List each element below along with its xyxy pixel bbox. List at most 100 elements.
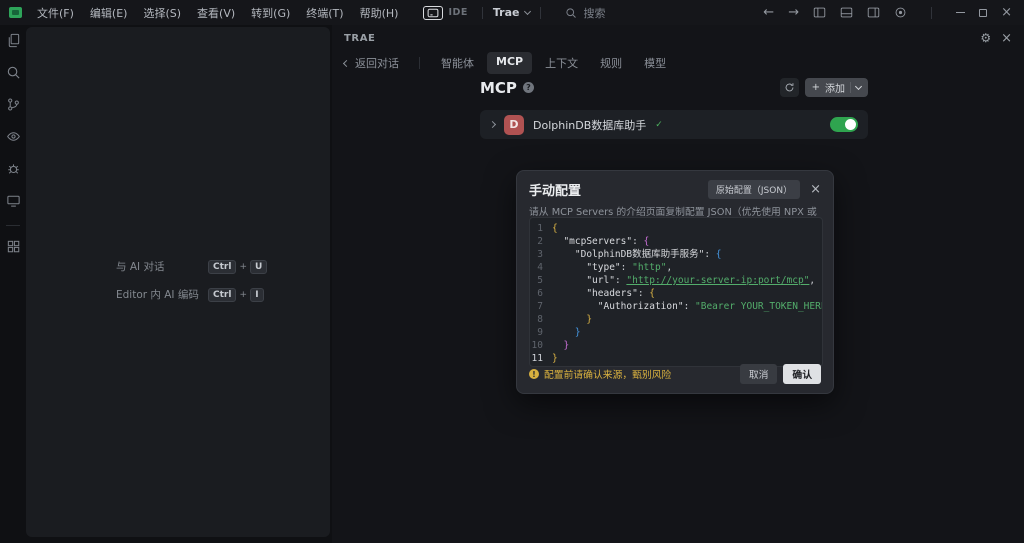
window-maximize-button[interactable] (979, 9, 987, 17)
files-icon[interactable] (6, 33, 21, 52)
panel-close-icon[interactable]: × (1001, 32, 1012, 45)
code-line: 9 } (530, 326, 822, 339)
manual-config-modal: 手动配置 原始配置（JSON） × 请从 MCP Servers 的介绍页面复制… (516, 170, 834, 394)
json-config-editor[interactable]: 1{2 "mcpServers": {3 "DolphinDB数据库助手服务":… (529, 217, 823, 367)
menu-item[interactable]: 帮助(H) (353, 2, 406, 24)
key-cap: I (250, 288, 264, 302)
panel-header: TRAE ⚙ × (332, 25, 1024, 51)
ide-mode-label[interactable]: IDE (448, 7, 467, 18)
code-line: 5 "url": "http://your-server-ip:port/mcp… (530, 274, 822, 287)
code-line: 2 "mcpServers": { (530, 235, 822, 248)
tab-模型[interactable]: 模型 (635, 52, 675, 74)
menu-item[interactable]: 查看(V) (190, 2, 242, 24)
line-number: 8 (530, 313, 552, 326)
line-number: 4 (530, 261, 552, 274)
code-line: 10 } (530, 339, 822, 352)
tab-MCP[interactable]: MCP (487, 52, 532, 74)
layout-sidebar-left-icon[interactable] (813, 6, 826, 19)
plus-icon: + (812, 82, 820, 93)
customize-layout-icon[interactable] (894, 6, 907, 19)
tab-规则[interactable]: 规则 (591, 52, 631, 74)
menu-item[interactable]: 选择(S) (136, 2, 188, 24)
line-number: 6 (530, 287, 552, 300)
code-line: 1{ (530, 222, 822, 235)
tab-上下文[interactable]: 上下文 (536, 52, 587, 74)
trae-logo-icon (9, 7, 22, 18)
menu-item[interactable]: 转到(G) (244, 2, 297, 24)
line-number: 1 (530, 222, 552, 235)
key-cap: U (250, 260, 267, 274)
code-line: 3 "DolphinDB数据库助手服务": { (530, 248, 822, 261)
chevron-down-icon (855, 83, 862, 90)
back-label: 返回对话 (355, 55, 399, 71)
remote-window-icon[interactable] (6, 193, 21, 212)
config-warning: ! 配置前请确认来源，甄别风险 (529, 367, 671, 381)
warning-text: 配置前请确认来源，甄别风险 (544, 367, 671, 381)
window-minimize-button[interactable] (956, 12, 965, 13)
warning-icon: ! (529, 369, 539, 379)
settings-gear-icon[interactable]: ⚙ (980, 31, 991, 45)
modal-title: 手动配置 (529, 180, 581, 199)
activity-bar (0, 25, 26, 543)
editor-area[interactable]: 与 AI 对话Ctrl+UEditor 内 AI 编码Ctrl+I (26, 27, 330, 537)
nav-forward-button[interactable]: → (788, 5, 799, 20)
confirm-button[interactable]: 确认 (783, 364, 821, 384)
menu-item[interactable]: 终端(T) (299, 2, 350, 24)
page-title: MCP (480, 79, 517, 97)
line-number: 9 (530, 326, 552, 339)
editor-shortcut-hints: 与 AI 对话Ctrl+UEditor 内 AI 编码Ctrl+I (116, 259, 267, 302)
divider (6, 225, 20, 226)
info-icon[interactable]: ? (523, 82, 534, 93)
refresh-icon (784, 82, 795, 93)
tab-智能体[interactable]: 智能体 (432, 52, 483, 74)
layout-sidebar-right-icon[interactable] (867, 6, 880, 19)
code-line: 6 "headers": { (530, 287, 822, 300)
shortcut-hint: 与 AI 对话Ctrl+U (116, 259, 267, 274)
cancel-button[interactable]: 取消 (740, 364, 778, 384)
add-label: 添加 (825, 80, 845, 95)
server-name: DolphinDB数据库助手 (533, 117, 646, 133)
divider (850, 82, 851, 93)
source-control-icon[interactable] (6, 97, 21, 116)
search-icon[interactable] (6, 65, 21, 84)
divider (482, 7, 483, 19)
back-to-chat-button[interactable]: 返回对话 (344, 55, 399, 71)
debug-icon[interactable] (6, 161, 21, 180)
refresh-button[interactable] (780, 78, 799, 97)
titlebar: 文件(F)编辑(E)选择(S)查看(V)转到(G)终端(T)帮助(H) IDE … (0, 0, 1024, 25)
chat-mode-icon[interactable] (423, 6, 443, 20)
chevron-down-icon (524, 8, 531, 15)
eye-icon[interactable] (6, 129, 21, 148)
line-number: 7 (530, 300, 552, 313)
line-number: 5 (530, 274, 552, 287)
layout-panel-icon[interactable] (840, 6, 853, 19)
code-line: 4 "type": "http", (530, 261, 822, 274)
raw-config-json-button[interactable]: 原始配置（JSON） (708, 180, 800, 199)
server-enable-toggle[interactable] (830, 117, 858, 132)
extensions-icon[interactable] (6, 239, 21, 258)
workspace-name: Trae (493, 6, 520, 19)
code-line: 7 "Authorization": "Bearer YOUR_TOKEN_HE… (530, 300, 822, 313)
search-input[interactable]: 搜索 (565, 5, 605, 21)
search-icon (565, 7, 577, 19)
menubar: 文件(F)编辑(E)选择(S)查看(V)转到(G)终端(T)帮助(H) (30, 2, 405, 24)
expand-chevron-icon[interactable] (489, 121, 496, 128)
line-number: 3 (530, 248, 552, 261)
divider (931, 7, 932, 19)
mcp-server-row[interactable]: D DolphinDB数据库助手 ✓ (480, 110, 868, 139)
divider (419, 57, 420, 69)
mode-toggle[interactable]: IDE (419, 5, 471, 21)
chevron-left-icon (343, 59, 350, 66)
modal-close-icon[interactable]: × (810, 183, 821, 196)
code-line: 8 } (530, 313, 822, 326)
workspace-dropdown[interactable]: Trae (493, 6, 531, 19)
main-area: 与 AI 对话Ctrl+UEditor 内 AI 编码Ctrl+I TRAE ⚙… (0, 25, 1024, 543)
panel-title: TRAE (344, 33, 376, 44)
menu-item[interactable]: 文件(F) (30, 2, 81, 24)
panel-tab-bar: 返回对话 智能体MCP上下文规则模型 (332, 51, 1024, 75)
nav-back-button[interactable]: ← (763, 5, 774, 20)
add-mcp-button[interactable]: + 添加 (805, 78, 868, 97)
window-close-button[interactable]: × (1001, 6, 1012, 19)
menu-item[interactable]: 编辑(E) (83, 2, 135, 24)
line-number: 10 (530, 339, 552, 352)
